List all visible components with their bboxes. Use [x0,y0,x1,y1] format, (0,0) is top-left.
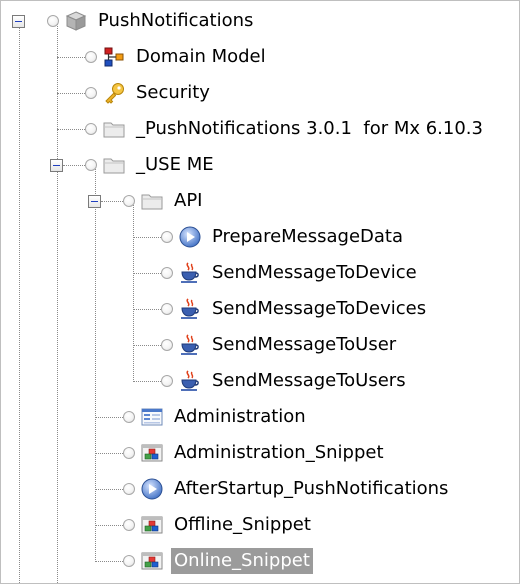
collapse-use-me-button[interactable] [50,159,63,172]
tree-connector [95,453,123,454]
node-label: SendMessageToDevices [212,298,427,319]
tree-node-sendmessagetouser[interactable]: SendMessageToUser [161,327,399,363]
node-state-icon [123,195,135,207]
tree-connector [101,201,123,202]
tree-node-sendmessagetousers[interactable]: SendMessageToUsers [161,363,409,399]
key-icon [103,82,125,104]
node-label-selected: Online_Snippet [171,548,313,574]
tree-node-administration[interactable]: Administration [123,399,309,435]
snippet-icon [141,442,163,464]
tree-connector [133,345,161,346]
node-state-icon [47,15,59,27]
tree-node-preparemessagedata[interactable]: PrepareMessageData [161,219,406,255]
node-state-icon [161,375,173,387]
node-state-icon [85,123,97,135]
java-action-icon [179,262,201,284]
java-action-icon [179,370,201,392]
node-state-icon [85,87,97,99]
node-state-icon [161,303,173,315]
tree-node-sendmessagetodevices[interactable]: SendMessageToDevices [161,291,429,327]
tree-connector [133,273,161,274]
node-state-icon [123,447,135,459]
node-state-icon [123,411,135,423]
folder-icon [103,154,125,176]
page-icon [141,406,163,428]
node-state-icon [123,483,135,495]
microflow-icon [141,478,163,500]
tree-connector [95,561,123,562]
tree-connector [95,165,96,562]
node-label: Security [136,82,210,103]
tree-connector [133,237,161,238]
node-label: AfterStartup_PushNotifications [174,478,449,499]
node-state-icon [161,339,173,351]
module-box-icon [65,10,87,32]
tree-node-pushnotifications[interactable]: PushNotifications [47,3,256,39]
java-action-icon [179,298,201,320]
node-label: SendMessageToUser [212,334,397,355]
tree-connector [95,489,123,490]
collapse-api-button[interactable] [88,195,101,208]
collapse-root-button[interactable] [12,15,25,28]
java-action-icon [179,334,201,356]
node-label: _PushNotifications 3.0.1 for Mx 6.10.3 [136,118,483,139]
snippet-icon [141,514,163,536]
tree-node-online-snippet[interactable]: Online_Snippet [123,543,313,579]
node-state-icon [123,555,135,567]
microflow-icon [179,226,201,248]
snippet-icon [141,550,163,572]
tree-connector [57,93,85,94]
tree-connector [95,417,123,418]
tree-node-afterstartup-pushnotifications[interactable]: AfterStartup_PushNotifications [123,471,451,507]
node-label: Administration_Snippet [174,442,384,463]
node-label: Domain Model [136,46,266,67]
node-state-icon [161,231,173,243]
node-state-icon [123,519,135,531]
folder-icon [103,118,125,140]
node-state-icon [161,267,173,279]
tree-connector [19,21,20,583]
tree-node-sendmessagetodevice[interactable]: SendMessageToDevice [161,255,420,291]
tree-node-api-folder[interactable]: API [123,183,205,219]
node-label: API [174,190,203,211]
tree-connector [133,201,134,382]
node-label: Administration [174,406,306,427]
tree-connector [57,129,85,130]
tree-connector [57,57,85,58]
node-label: SendMessageToDevice [212,262,417,283]
node-state-icon [85,51,97,63]
tree-connector [133,381,161,382]
tree-node-security[interactable]: Security [85,75,213,111]
node-label: Offline_Snippet [174,514,311,535]
tree-node-domain-model[interactable]: Domain Model [85,39,269,75]
tree-connector [133,309,161,310]
tree-node-administration-snippet[interactable]: Administration_Snippet [123,435,387,471]
node-label: _USE ME [136,154,214,175]
tree-connector [63,165,85,166]
node-state-icon [85,159,97,171]
folder-icon [141,190,163,212]
tree-connector [95,525,123,526]
project-explorer-tree: PushNotifications Domain Model Security [0,0,520,584]
node-label: PushNotifications [98,10,254,31]
node-label: SendMessageToUsers [212,370,406,391]
tree-node-pushnotifications-version-folder[interactable]: _PushNotifications 3.0.1 for Mx 6.10.3 [85,111,486,147]
tree-connector [57,21,58,583]
node-label: PrepareMessageData [212,226,404,247]
tree-node-use-me-folder[interactable]: _USE ME [85,147,217,183]
tree-node-offline-snippet[interactable]: Offline_Snippet [123,507,314,543]
domain-model-icon [103,46,125,68]
